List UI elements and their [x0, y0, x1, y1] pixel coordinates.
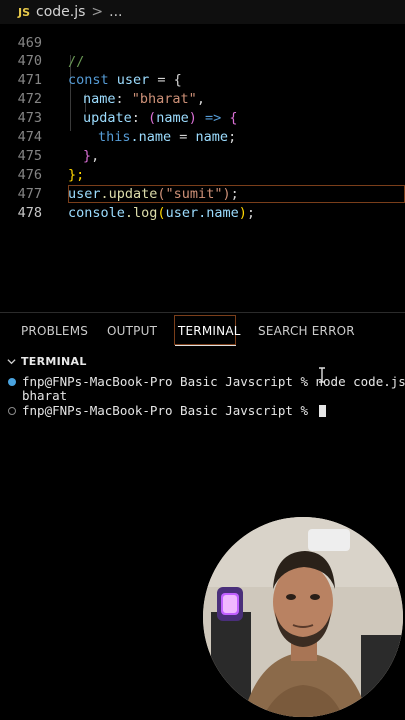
property-token: .name — [198, 205, 239, 221]
current-code-line[interactable]: 478 — [0, 185, 405, 221]
code-line: 476 user.update("sumit"); — [0, 147, 405, 202]
current-line-highlight — [68, 185, 405, 203]
code-line: 472 update: (name) => { — [0, 71, 405, 126]
terminal-cursor — [318, 405, 326, 417]
tab-search-error[interactable]: SEARCH ERROR — [258, 324, 355, 338]
tab-output[interactable]: OUTPUT — [107, 324, 157, 338]
text-cursor-icon — [319, 367, 325, 383]
code-line: 469 // — [0, 15, 405, 70]
variable-token: console — [68, 205, 125, 221]
method-token: .log — [124, 205, 158, 221]
terminal-section-header[interactable]: TERMINAL — [0, 351, 405, 371]
line-number: 478 — [17, 205, 42, 221]
panel-tabs: PROBLEMS OUTPUT TERMINAL SEARCH ERROR — [0, 313, 405, 351]
code-line: 471 name: "bharat", — [0, 52, 405, 107]
terminal-command-line: fnp@FNPs-MacBook-Pro Basic Javscript % n… — [22, 374, 405, 389]
code-line: 474 }, — [0, 109, 405, 164]
chevron-down-icon — [7, 358, 16, 364]
code-line: 470 const user = { — [0, 33, 405, 88]
paren-token: ( — [157, 205, 166, 221]
paren-token: ) — [238, 205, 247, 221]
command-pending-dot-icon[interactable] — [8, 407, 16, 415]
presenter-video-image — [203, 517, 403, 717]
code-line: 477 console.log(user.name); — [0, 166, 405, 221]
terminal-section-title: TERMINAL — [21, 354, 87, 368]
tab-problems[interactable]: PROBLEMS — [21, 324, 88, 338]
terminal-prompt-line[interactable]: fnp@FNPs-MacBook-Pro Basic Javscript % — [22, 404, 326, 418]
terminal-prompt-text: fnp@FNPs-MacBook-Pro Basic Javscript % — [22, 403, 316, 418]
code-line: 475 }; — [0, 128, 405, 183]
terminal-output-line: bharat — [22, 388, 68, 403]
punctuation-token: ; — [246, 205, 255, 221]
code-text: console.log(user.name); — [68, 204, 255, 223]
command-success-dot-icon[interactable] — [8, 378, 16, 386]
code-editor[interactable]: 469 // 470 const user = { 471 name: "bha… — [0, 24, 405, 312]
variable-token: user — [165, 205, 199, 221]
presenter-webcam — [203, 517, 403, 717]
code-line: 473 this.name = name; — [0, 90, 405, 145]
active-tab-indicator — [175, 345, 236, 346]
tab-terminal[interactable]: TERMINAL — [178, 324, 241, 338]
